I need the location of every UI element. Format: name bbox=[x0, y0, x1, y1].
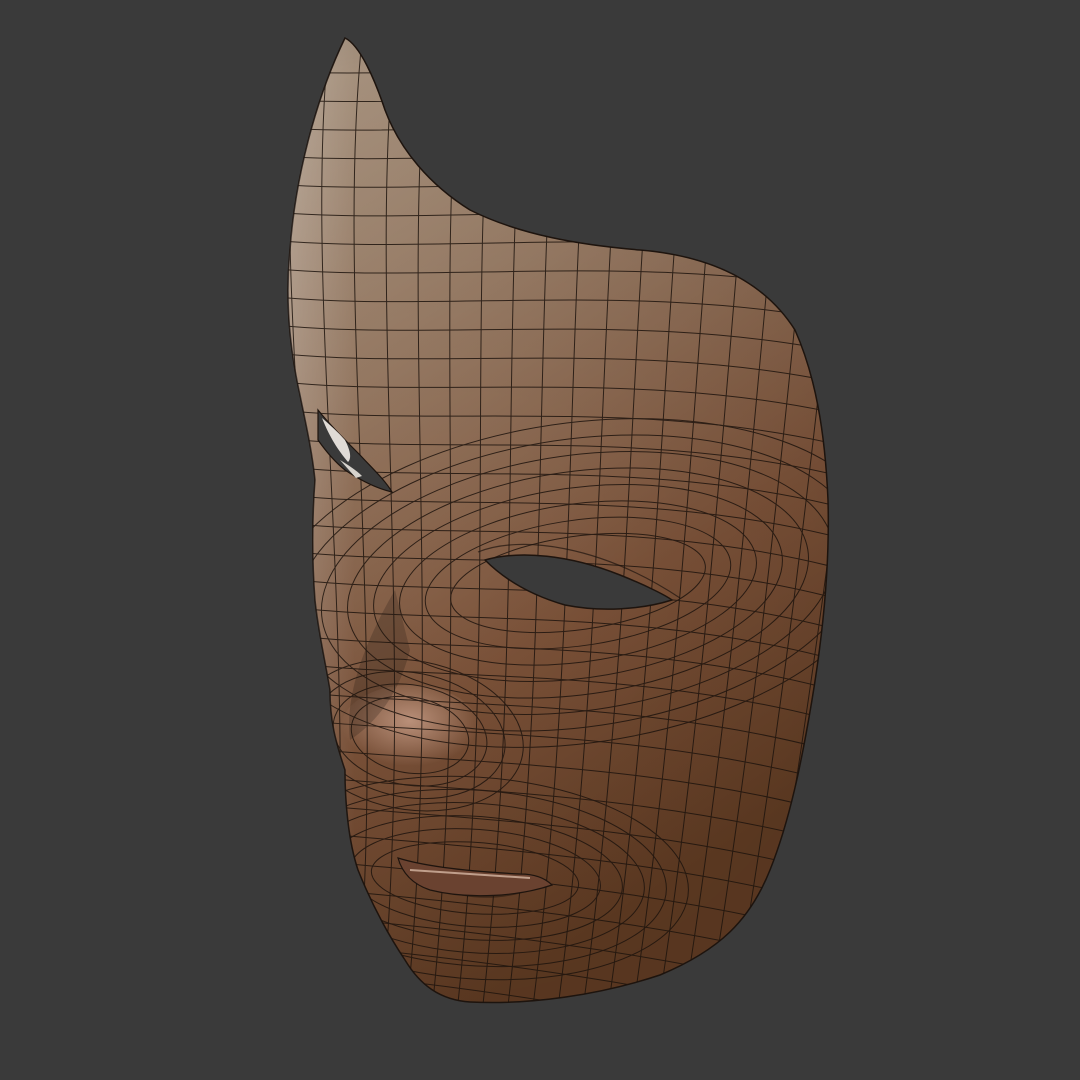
mask-shading bbox=[288, 38, 829, 1003]
render-viewport bbox=[0, 0, 1080, 1080]
mask-render bbox=[287, 37, 830, 1004]
